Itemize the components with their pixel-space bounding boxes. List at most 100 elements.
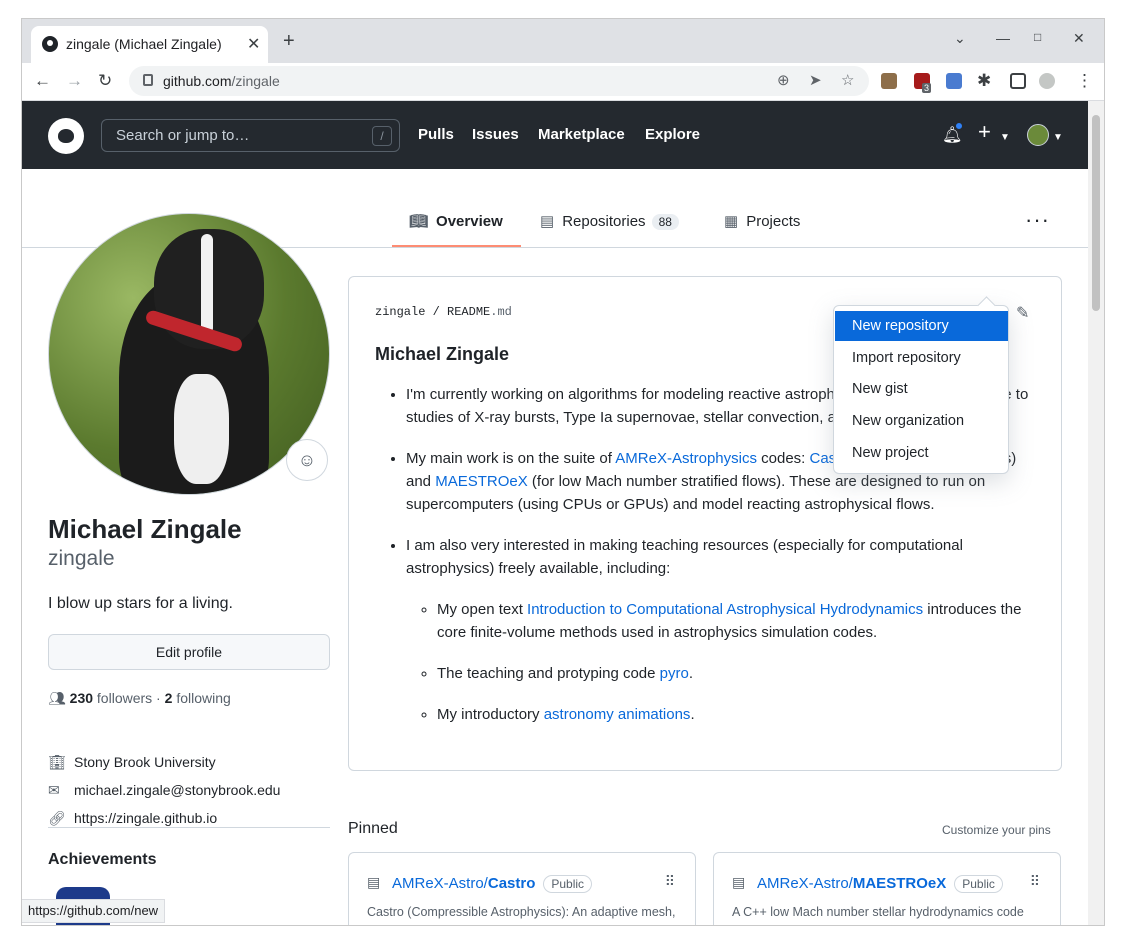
profile-icon[interactable]	[1039, 73, 1055, 89]
visibility-badge: Public	[954, 875, 1003, 893]
maximize-icon[interactable]: □	[1034, 30, 1041, 44]
close-tab-icon[interactable]: ✕	[247, 34, 260, 54]
github-favicon-icon	[42, 36, 58, 52]
user-menu-caret-icon[interactable]: ▼	[1053, 132, 1063, 143]
forward-icon[interactable]: →	[66, 71, 83, 91]
set-status-smiley-icon[interactable]: ☺	[286, 439, 328, 481]
scrollbar-thumb[interactable]	[1092, 115, 1100, 311]
menu-new-repository[interactable]: New repository	[835, 311, 1008, 341]
edit-profile-button[interactable]: Edit profile	[48, 634, 330, 670]
extension-badge: 3	[922, 83, 932, 93]
pyro-link[interactable]: pyro	[660, 665, 689, 682]
address-bar[interactable]: github.com/zingale ⊕ ➤ ☆	[129, 66, 869, 96]
website-link[interactable]: https://zingale.github.io	[74, 810, 217, 826]
tab-overview[interactable]: 📖︎ Overview	[409, 212, 503, 230]
amrex-astrophysics-link[interactable]: AMReX-Astrophysics	[615, 450, 757, 467]
mail-icon: ✉	[48, 782, 60, 798]
nav-explore[interactable]: Explore	[645, 126, 700, 143]
people-icon: 👥︎	[48, 690, 70, 706]
nav-pulls[interactable]: Pulls	[418, 126, 454, 143]
url-text: github.com/zingale	[163, 73, 280, 89]
link-icon: 🔗︎	[48, 810, 66, 826]
back-icon[interactable]: ←	[34, 71, 51, 91]
pinned-repo-description: Castro (Compressible Astrophysics): An a…	[367, 905, 676, 925]
profile-bio: I blow up stars for a living.	[48, 595, 233, 612]
bookmark-star-icon[interactable]: ☆	[841, 71, 854, 89]
follow-stats: 👥︎ 230 followers · 2 following	[48, 690, 231, 706]
maestroex-link[interactable]: MAESTROeX	[435, 473, 528, 490]
create-caret-icon[interactable]: ▼	[1000, 132, 1010, 143]
browser-toolbar: ← → ↻ github.com/zingale ⊕ ➤ ☆ 3 ✱ ⋮	[22, 63, 1104, 101]
repo-icon: ▤	[540, 213, 555, 230]
astronomy-animations-link[interactable]: astronomy animations	[544, 706, 691, 723]
side-panel-icon[interactable]	[1010, 73, 1026, 89]
browser-window: zingale (Michael Zingale) ✕ + ⌄ — □ ✕ ← …	[22, 19, 1104, 925]
github-logo-icon[interactable]	[48, 118, 84, 154]
pinned-heading: Pinned	[348, 820, 398, 837]
search-shortcut-key: /	[372, 126, 392, 146]
readme-title: Michael Zingale	[375, 344, 510, 364]
tab-projects[interactable]: ▦ Projects	[724, 212, 800, 230]
new-tab-icon[interactable]: +	[283, 30, 295, 53]
achievements-heading: Achievements	[48, 851, 157, 868]
profile-page: 📖︎ Overview ▤ Repositories 88 ▦ Projects ···…	[22, 169, 1088, 925]
readme-subbullet-3: My introductory astronomy animations.	[437, 703, 1041, 726]
hydro-book-link[interactable]: Introduction to Computational Astrophysi…	[527, 601, 923, 618]
email-text[interactable]: michael.zingale@stonybrook.edu	[74, 782, 280, 798]
dog-chest	[174, 374, 229, 484]
menu-new-gist[interactable]: New gist	[835, 374, 1008, 404]
pinned-repo-link[interactable]: AMReX-Astro/MAESTROeX Public	[757, 875, 1003, 893]
tab-repositories[interactable]: ▤ Repositories 88	[540, 212, 679, 230]
page-scrollbar[interactable]	[1088, 101, 1104, 925]
readme-path-user[interactable]: zingale	[375, 305, 425, 319]
more-tabs-icon[interactable]: ···	[1025, 207, 1050, 233]
tab-overview-label: Overview	[436, 213, 503, 230]
readme-path-ext: .md	[490, 305, 512, 319]
profile-email[interactable]: ✉ michael.zingale@stonybrook.edu	[48, 782, 280, 799]
extension-cat-icon[interactable]	[881, 73, 897, 89]
menu-import-repository[interactable]: Import repository	[835, 343, 1008, 373]
create-new-plus-icon[interactable]: +	[978, 119, 991, 145]
menu-new-project[interactable]: New project	[835, 438, 1008, 468]
followers-link[interactable]: 230 followers	[70, 690, 153, 706]
edit-readme-pencil-icon[interactable]: ✎	[1016, 303, 1029, 323]
send-icon[interactable]: ➤	[809, 71, 822, 89]
nav-issues[interactable]: Issues	[472, 126, 519, 143]
project-table-icon: ▦	[724, 213, 739, 230]
profile-website[interactable]: 🔗︎ https://zingale.github.io	[48, 810, 217, 827]
tab-repositories-label: Repositories	[562, 213, 646, 230]
profile-company: 🏢︎ Stony Brook University	[48, 754, 216, 771]
minimize-icon[interactable]: —	[996, 30, 1010, 46]
profile-login: zingale	[48, 547, 115, 570]
readme-bullet-3: I am also very interested in making teac…	[406, 534, 1041, 726]
drag-handle-icon[interactable]: ⠿	[1030, 873, 1040, 890]
github-header: Search or jump to… / Pulls Issues Market…	[22, 101, 1088, 169]
reload-icon[interactable]: ↻	[98, 71, 112, 91]
menu-kebab-icon[interactable]: ⋮	[1076, 71, 1093, 91]
docs-extension-icon[interactable]	[946, 73, 962, 89]
search-input[interactable]: Search or jump to… /	[101, 119, 400, 152]
readme-subbullet-2: The teaching and protyping code pyro.	[437, 662, 1041, 685]
window-close-icon[interactable]: ✕	[1073, 30, 1085, 47]
following-link[interactable]: 2 following	[165, 690, 231, 706]
pinned-repo-card: ▤ AMReX-Astro/MAESTROeX Public ⠿ A C++ lo…	[713, 852, 1061, 925]
customize-pins-link[interactable]: Customize your pins	[942, 823, 1051, 837]
drag-handle-icon[interactable]: ⠿	[665, 873, 675, 890]
pinned-repo-card: ▤ AMReX-Astro/Castro Public ⠿ Castro (Com…	[348, 852, 696, 925]
readme-path-file[interactable]: README	[447, 305, 490, 319]
browser-tab[interactable]: zingale (Michael Zingale) ✕	[31, 26, 268, 63]
menu-new-organization[interactable]: New organization	[835, 406, 1008, 436]
tab-title: zingale (Michael Zingale)	[66, 36, 222, 52]
organization-icon: 🏢︎	[48, 754, 66, 770]
profile-fullname: Michael Zingale	[48, 514, 242, 544]
user-avatar-menu[interactable]	[1027, 124, 1049, 146]
extensions-puzzle-icon[interactable]: ✱	[977, 71, 991, 91]
tab-strip: zingale (Michael Zingale) ✕ + ⌄ — □ ✕	[22, 19, 1104, 63]
book-icon: 📖︎	[409, 213, 429, 230]
pinned-repo-link[interactable]: AMReX-Astro/Castro Public	[392, 875, 593, 893]
company-text: Stony Brook University	[74, 754, 216, 770]
zoom-icon[interactable]: ⊕	[777, 71, 790, 89]
repo-icon: ▤	[367, 874, 381, 890]
nav-marketplace[interactable]: Marketplace	[538, 126, 625, 143]
tab-search-icon[interactable]: ⌄	[954, 30, 966, 47]
